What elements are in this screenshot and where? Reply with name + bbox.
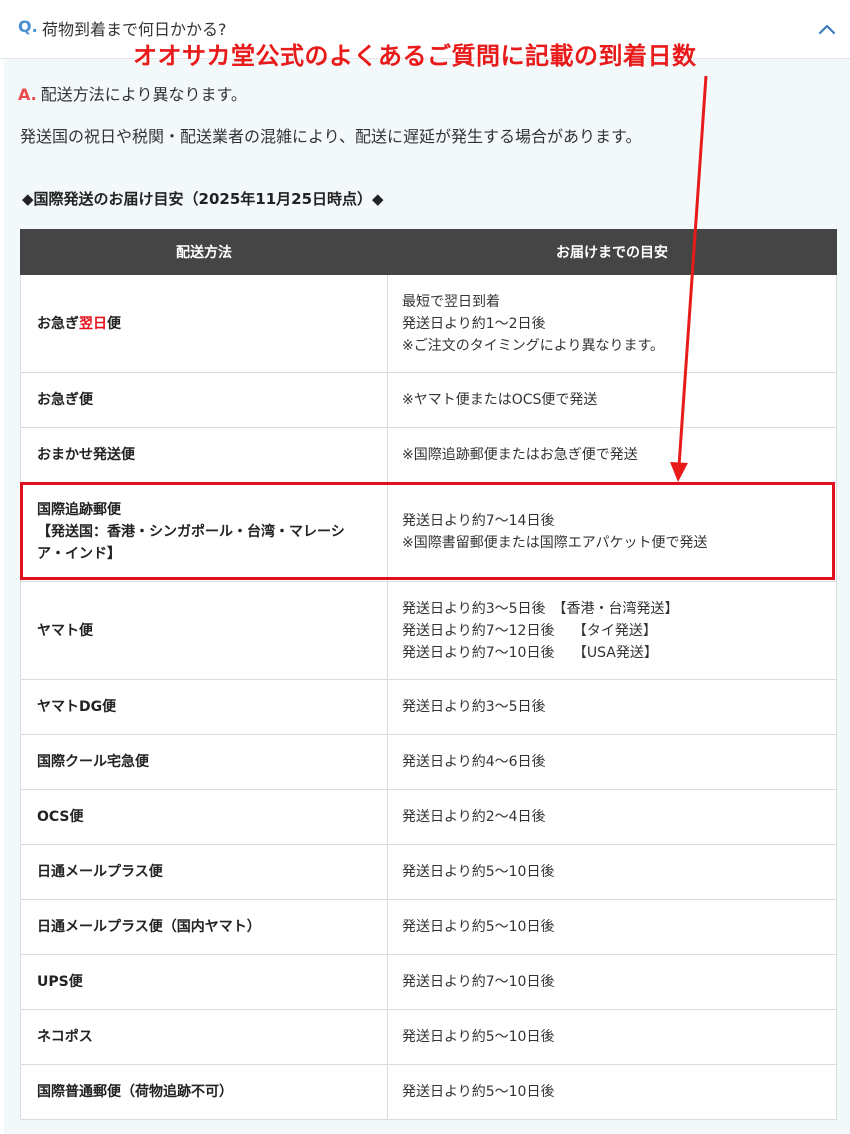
answer-marker: A. [18, 85, 37, 104]
method-sub-label: 【発送国：香港・シンガポール・台湾・マレーシ [37, 524, 345, 540]
table-row: 国際クール宅急便 発送日より約4～6日後 [20, 734, 837, 790]
shipping-method: ヤマト便 [20, 581, 388, 680]
estimate-line: 最短で翌日到着 [402, 293, 500, 310]
shipping-method: お急ぎ翌日便 [20, 274, 388, 373]
estimate-line: 発送日より約7～14日後 [402, 513, 555, 529]
estimate-line: 発送日より約5～10日後 [402, 1084, 555, 1100]
column-header-estimate: お届けまでの目安 [387, 229, 837, 275]
shipping-method: UPS便 [20, 954, 388, 1010]
estimate-line: 発送日より約5～10日後 [402, 919, 555, 935]
estimate-line: 発送日より約3～5日後 [402, 699, 546, 715]
shipping-method: 日通メールプラス便（国内ヤマト） [20, 899, 388, 955]
delivery-estimate: 発送日より約5～10日後 [387, 844, 837, 900]
shipping-method: 国際追跡郵便 【発送国：香港・シンガポール・台湾・マレーシ ア・インド】 [20, 482, 388, 582]
shipping-method: 国際クール宅急便 [20, 734, 388, 790]
delivery-estimate: 発送日より約5～10日後 [387, 1009, 837, 1065]
estimate-line: 発送日より約5～10日後 [402, 1029, 555, 1045]
table-row: UPS便 発送日より約7～10日後 [20, 954, 837, 1010]
table-header-row: 配送方法 お届けまでの目安 [20, 229, 837, 275]
table-row: 日通メールプラス便（国内ヤマト） 発送日より約5～10日後 [20, 899, 837, 955]
shipping-estimate-heading: ◆国際発送のお届け目安（2025年11月25日時点）◆ [22, 190, 384, 208]
table-row: お急ぎ翌日便 最短で翌日到着 発送日より約1～2日後 ※ご注文のタイミングにより… [20, 274, 837, 373]
estimate-line: 発送日より約3～5日後 【香港・台湾発送】 [402, 600, 679, 617]
method-label-highlight: 翌日 [79, 315, 107, 332]
table-row-highlighted: 国際追跡郵便 【発送国：香港・シンガポール・台湾・マレーシ ア・インド】 発送日… [20, 482, 837, 582]
delivery-estimate: ※ヤマト便またはOCS便で発送 [387, 372, 837, 428]
table-row: おまかせ発送便 ※国際追跡郵便またはお急ぎ便で発送 [20, 427, 837, 483]
chevron-up-icon[interactable] [816, 18, 838, 40]
column-header-method: 配送方法 [20, 229, 388, 275]
estimate-line: 発送日より約7～12日後 【タイ発送】 [402, 622, 657, 639]
estimate-line: ※国際書留郵便または国際エアパケット便で発送 [402, 535, 708, 551]
shipping-method: おまかせ発送便 [20, 427, 388, 483]
delivery-estimate: 発送日より約3～5日後 [387, 679, 837, 735]
table-row: お急ぎ便 ※ヤマト便またはOCS便で発送 [20, 372, 837, 428]
table-row: ヤマトDG便 発送日より約3～5日後 [20, 679, 837, 735]
estimate-line: 発送日より約5～10日後 [402, 864, 555, 880]
delivery-estimate: 発送日より約5～10日後 [387, 1064, 837, 1120]
delivery-estimate: 発送日より約7～14日後 ※国際書留郵便または国際エアパケット便で発送 [387, 482, 837, 582]
delivery-estimate: 発送日より約7～10日後 [387, 954, 837, 1010]
estimate-line: ※ヤマト便またはOCS便で発送 [402, 392, 598, 408]
estimate-line: ※国際追跡郵便またはお急ぎ便で発送 [402, 447, 638, 463]
delay-note: 発送国の祝日や税関・配送業者の混雑により、配送に遅延が発生する場合があります。 [20, 127, 642, 146]
delivery-estimate: 発送日より約2～4日後 [387, 789, 837, 845]
estimate-line: 発送日より約1～2日後 [402, 315, 546, 332]
shipping-method: OCS便 [20, 789, 388, 845]
delivery-estimate: 発送日より約4～6日後 [387, 734, 837, 790]
method-label: 国際追跡郵便 [37, 502, 121, 518]
shipping-method: 国際普通郵便（荷物追跡不可） [20, 1064, 388, 1120]
table-row: ネコポス 発送日より約5～10日後 [20, 1009, 837, 1065]
annotation-title: オオサカ堂公式のよくあるご質問に記載の到着日数 [133, 42, 697, 70]
shipping-method: ネコポス [20, 1009, 388, 1065]
table-row: ヤマト便 発送日より約3～5日後 【香港・台湾発送】 発送日より約7～12日後 … [20, 581, 837, 680]
shipping-method: 日通メールプラス便 [20, 844, 388, 900]
answer-text: 配送方法により異なります。 [40, 85, 247, 104]
estimate-line: 発送日より約7～10日後 【USA発送】 [402, 644, 658, 661]
estimate-line: 発送日より約4～6日後 [402, 754, 546, 770]
answer-summary: A. 配送方法により異なります。 [18, 81, 247, 105]
shipping-method: お急ぎ便 [20, 372, 388, 428]
table-row: OCS便 発送日より約2～4日後 [20, 789, 837, 845]
question-marker: Q. [18, 17, 38, 36]
delivery-estimate: 最短で翌日到着 発送日より約1～2日後 ※ご注文のタイミングにより異なります。 [387, 274, 837, 373]
method-sub-label: ア・インド】 [37, 546, 121, 562]
delivery-estimate: 発送日より約5～10日後 [387, 899, 837, 955]
table-row: 国際普通郵便（荷物追跡不可） 発送日より約5～10日後 [20, 1064, 837, 1120]
estimate-line: ※ご注文のタイミングにより異なります。 [402, 337, 665, 354]
shipping-table: 配送方法 お届けまでの目安 お急ぎ翌日便 最短で翌日到着 発送日より約1～2日後… [20, 229, 837, 1120]
delivery-estimate: 発送日より約3～5日後 【香港・台湾発送】 発送日より約7～12日後 【タイ発送… [387, 581, 837, 680]
estimate-line: 発送日より約7～10日後 [402, 974, 555, 990]
method-label: お急ぎ [37, 315, 79, 332]
method-label: 便 [107, 315, 121, 332]
faq-item: Q. 荷物到着まで何日かかる? A. 配送方法により異なります。 発送国の祝日や税… [0, 0, 850, 1134]
shipping-method: ヤマトDG便 [20, 679, 388, 735]
estimate-line: 発送日より約2～4日後 [402, 809, 546, 825]
table-row: 日通メールプラス便 発送日より約5～10日後 [20, 844, 837, 900]
delivery-estimate: ※国際追跡郵便またはお急ぎ便で発送 [387, 427, 837, 483]
